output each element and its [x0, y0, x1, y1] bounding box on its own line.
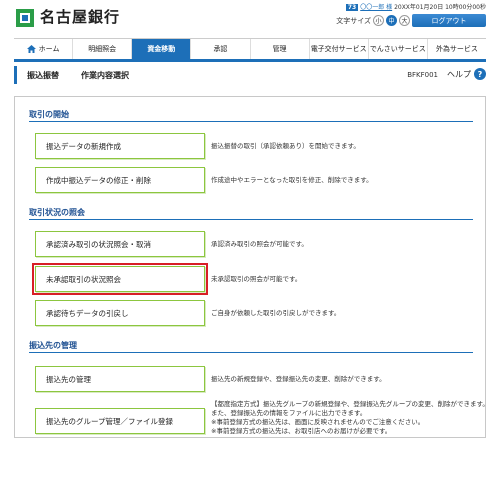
- nav-tab-label: ホーム: [38, 45, 60, 53]
- user-info: 73 〇〇一郎 様 20XX年01月20日 10時00分00秒: [345, 2, 486, 11]
- edit-draft-transfer-button[interactable]: 作成中振込データの修正・削除: [35, 167, 205, 193]
- user-tag: 73: [345, 4, 359, 11]
- unapproved-transactions-description: 未承認取引の照会が可能です。: [211, 275, 302, 283]
- new-transfer-data-description: 振込振替の取引（承認依頼あり）を開始できます。: [211, 142, 360, 150]
- payee-group-desc-line: ※事前登録方式の振込先は、画面に反映されませんのでご注意ください。: [211, 418, 425, 426]
- nav-tab-e-delivery[interactable]: 電子交付サービス: [310, 39, 369, 59]
- approved-transactions-description: 承認済み取引の照会が可能です。: [211, 240, 308, 248]
- help-label: ヘルプ: [447, 69, 471, 79]
- nav-tab-management[interactable]: 管理: [251, 39, 310, 59]
- page-title: 振込振替: [27, 70, 59, 80]
- unapproved-transactions-inquiry-button[interactable]: 未承認取引の状況照会: [32, 263, 208, 295]
- login-time: 20XX年01月20日 10時00分00秒: [394, 4, 486, 11]
- new-transfer-data-button[interactable]: 振込データの新規作成: [35, 133, 205, 159]
- section-title-start-transaction: 取引の開始: [29, 110, 69, 119]
- bank-logo-text: 名古屋銀行: [40, 8, 121, 26]
- help-link[interactable]: ヘルプ ?: [447, 68, 486, 80]
- recall-pending-data-description: ご自身が依頼した取引の引戻しができます。: [211, 309, 341, 317]
- home-icon: [26, 45, 36, 53]
- screen-id: BFKF001: [407, 71, 438, 79]
- user-name[interactable]: 〇〇一郎 様: [360, 4, 392, 11]
- help-icon: ?: [474, 68, 486, 80]
- section-title-transaction-status: 取引状況の照会: [29, 208, 85, 217]
- nav-tab-fund-transfer[interactable]: 資金移動: [132, 39, 192, 59]
- payee-group-desc-line: ※事前登録方式の振込先は、お取引店へのお届けが必要です。: [211, 427, 392, 435]
- nav-tab-home[interactable]: ホーム: [14, 39, 74, 59]
- nav-tab-statements[interactable]: 明細照会: [73, 39, 133, 59]
- font-size-large-button[interactable]: 大: [399, 15, 410, 26]
- font-size-medium-button[interactable]: 中: [386, 15, 397, 26]
- nav-tab-forex[interactable]: 外為サービス: [428, 39, 486, 59]
- menu-panel: 取引の開始 振込データの新規作成 振込振替の取引（承認依頼あり）を開始できます。…: [14, 96, 489, 438]
- section-divider: [29, 219, 473, 220]
- nav-tab-approval[interactable]: 承認: [191, 39, 251, 59]
- global-nav: ホーム 明細照会 資金移動 承認 管理 電子交付サービス でんさいサービス 外為…: [14, 38, 486, 62]
- nav-tab-densai[interactable]: でんさいサービス: [369, 39, 428, 59]
- page-subtitle: 作業内容選択: [81, 70, 129, 80]
- section-divider: [29, 352, 473, 353]
- payee-group-desc-line: 【都度指定方式】振込先グループの新規登録や、登録振込先グループの変更、削除ができ…: [211, 400, 489, 408]
- logout-button[interactable]: ログアウト: [412, 14, 486, 27]
- payee-management-description: 振込先の新規登録や、登録振込先の変更、削除ができます。: [211, 375, 386, 383]
- section-title-payee-management: 振込先の管理: [29, 341, 77, 350]
- font-size-label: 文字サイズ: [336, 16, 371, 25]
- payee-management-button[interactable]: 振込先の管理: [35, 366, 205, 392]
- font-size-selector: 文字サイズ 小 中 大: [336, 15, 410, 26]
- payee-group-description: 【都度指定方式】振込先グループの新規登録や、登録振込先グループの変更、削除ができ…: [211, 400, 489, 436]
- page-title-bar: 振込振替 作業内容選択 BFKF001 ヘルプ ?: [14, 66, 486, 84]
- edit-draft-transfer-description: 作成途中やエラーとなった取引を修正、削除できます。: [211, 176, 373, 184]
- payee-group-file-registration-button[interactable]: 振込先のグループ管理／ファイル登録: [35, 408, 205, 434]
- section-divider: [29, 121, 473, 122]
- header: 名古屋銀行 73 〇〇一郎 様 20XX年01月20日 10時00分00秒 文字サ…: [0, 0, 500, 36]
- payee-group-desc-line: また、登録振込先の情報をファイルに出力できます。: [211, 409, 367, 417]
- font-size-small-button[interactable]: 小: [373, 15, 384, 26]
- approved-transactions-inquiry-button[interactable]: 承認済み取引の状況照会・取消: [35, 231, 205, 257]
- bank-logo-icon: [16, 9, 34, 27]
- recall-pending-data-button[interactable]: 承認待ちデータの引戻し: [35, 300, 205, 326]
